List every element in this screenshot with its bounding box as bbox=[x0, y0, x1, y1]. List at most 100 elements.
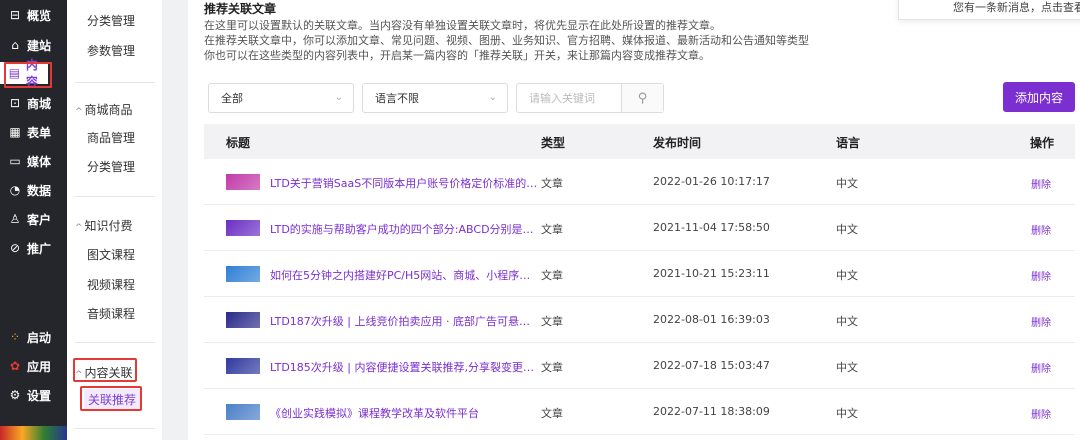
article-title-link[interactable]: LTD的实施与帮助客户成功的四个部分:ABCD分别是什... bbox=[270, 221, 538, 237]
article-thumbnail bbox=[226, 174, 260, 190]
main-nav: ⊟ 概览 ⌂ 建站 ▤ 内容 ⊡ 商城 ▦ 表单 ▭ 媒体 ◔ 数据 ♙ 客户 ⊘ 推广 ⁘ 启动 … bbox=[0, 0, 67, 440]
column-header-time[interactable]: 发布时间 bbox=[653, 134, 701, 151]
table-header: 标题 类型 发布时间 语言 操作 bbox=[204, 124, 1075, 159]
table-row[interactable]: 《创业实践模拟》课程教学改革及软件平台 文章 2022-07-11 18:38:… bbox=[204, 389, 1075, 435]
nav-item-launch[interactable]: ⁘ 启动 bbox=[0, 326, 67, 348]
link-icon: ⊘ bbox=[9, 241, 21, 255]
table-row[interactable]: 如何在5分钟之内搭建好PC/H5网站、商城、小程序、... 文章 2021-10… bbox=[204, 251, 1075, 297]
nav-item-customer[interactable]: ♙ 客户 bbox=[0, 208, 67, 230]
delete-link[interactable]: 删除 bbox=[1031, 176, 1051, 191]
home-icon: ⌂ bbox=[11, 38, 19, 52]
article-language: 中文 bbox=[836, 361, 858, 374]
nav-item-overview[interactable]: ⊟ 概览 bbox=[0, 4, 67, 26]
sub-group-mall[interactable]: ^ 商城商品 bbox=[75, 101, 133, 118]
cart-icon: ⊡ bbox=[9, 96, 21, 110]
article-time: 2022-08-01 16:39:03 bbox=[653, 313, 770, 326]
column-header-language[interactable]: 语言 bbox=[836, 134, 860, 151]
content-panel: 推荐关联文章 在这里可以设置默认的关联文章。当内容没有单独设置关联文章时，将优先… bbox=[188, 0, 1080, 440]
sub-group-knowledge[interactable]: ^ 知识付费 bbox=[75, 217, 133, 234]
apps-icon: ✿ bbox=[9, 359, 21, 373]
main-content: 推荐关联文章 在这里可以设置默认的关联文章。当内容没有单独设置关联文章时，将优先… bbox=[162, 0, 1080, 440]
language-select[interactable]: 语言不限 ⌄ bbox=[362, 83, 508, 113]
sub-link-goods[interactable]: 商品管理 bbox=[87, 129, 135, 146]
sub-link-audio-course[interactable]: 音频课程 bbox=[87, 305, 135, 322]
sub-divider bbox=[75, 82, 155, 83]
article-time: 2022-01-26 10:17:17 bbox=[653, 175, 770, 188]
document-icon: ▤ bbox=[8, 66, 21, 80]
delete-link[interactable]: 删除 bbox=[1031, 406, 1051, 421]
sub-divider bbox=[75, 428, 155, 429]
nav-item-media[interactable]: ▭ 媒体 bbox=[0, 150, 67, 172]
notification-toast[interactable]: 您有一条新消息，点击查看。 bbox=[898, 0, 1080, 20]
search-icon: ⚲ bbox=[637, 90, 648, 106]
description-line: 在这里可以设置默认的关联文章。当内容没有单独设置关联文章时，将优先显示在此处所设… bbox=[204, 19, 721, 32]
highlight-box bbox=[73, 358, 137, 382]
table-row[interactable]: LTD关于营销SaaS不同版本用户账号价格定价标准的公... 文章 2022-0… bbox=[204, 159, 1075, 205]
nav-item-data[interactable]: ◔ 数据 bbox=[0, 179, 67, 201]
delete-link[interactable]: 删除 bbox=[1031, 222, 1051, 237]
article-type: 文章 bbox=[541, 361, 563, 374]
delete-link[interactable]: 删除 bbox=[1031, 360, 1051, 375]
table-row[interactable]: LTD187次升级 | 上线竞价拍卖应用 · 底部广告可悬浮 · ... 文章 … bbox=[204, 297, 1075, 343]
add-content-button[interactable]: 添加内容 bbox=[1003, 82, 1075, 112]
article-time: 2022-07-11 18:38:09 bbox=[653, 405, 770, 418]
sub-divider bbox=[75, 342, 155, 343]
article-thumbnail bbox=[226, 220, 260, 236]
nav-item-site[interactable]: ⌂ 建站 bbox=[0, 34, 67, 56]
sub-divider bbox=[75, 196, 155, 197]
article-time: 2022-07-18 15:03:47 bbox=[653, 359, 770, 372]
article-thumbnail bbox=[226, 358, 260, 374]
app-root: ⊟ 概览 ⌂ 建站 ▤ 内容 ⊡ 商城 ▦ 表单 ▭ 媒体 ◔ 数据 ♙ 客户 ⊘ 推广 ⁘ 启动 … bbox=[0, 0, 1080, 440]
form-icon: ▦ bbox=[9, 125, 21, 139]
media-icon: ▭ bbox=[9, 154, 21, 168]
sub-link-video-course[interactable]: 视频课程 bbox=[87, 276, 135, 293]
sub-link-goods-category[interactable]: 分类管理 bbox=[87, 158, 135, 175]
column-header-type[interactable]: 类型 bbox=[541, 134, 565, 151]
sub-link-category[interactable]: 分类管理 bbox=[87, 12, 135, 29]
nav-item-promote[interactable]: ⊘ 推广 bbox=[0, 237, 67, 259]
article-type: 文章 bbox=[541, 315, 563, 328]
article-time: 2021-10-21 15:23:11 bbox=[653, 267, 770, 280]
type-select[interactable]: 全部 ⌄ bbox=[208, 83, 354, 113]
article-type: 文章 bbox=[541, 407, 563, 420]
description-line: 你也可以在这些类型的内容列表中，开启某一篇内容的「推荐关联」开关，来让那篇内容变… bbox=[204, 49, 710, 62]
search-input[interactable] bbox=[517, 84, 621, 112]
article-language: 中文 bbox=[836, 407, 858, 420]
chevron-up-icon: ^ bbox=[75, 107, 83, 117]
article-thumbnail bbox=[226, 266, 260, 282]
article-title-link[interactable]: LTD关于营销SaaS不同版本用户账号价格定价标准的公... bbox=[270, 175, 538, 191]
overview-icon: ⊟ bbox=[9, 8, 21, 22]
nav-item-apps[interactable]: ✿ 应用 bbox=[0, 355, 67, 377]
nav-item-form[interactable]: ▦ 表单 bbox=[0, 121, 67, 143]
launch-icon: ⁘ bbox=[9, 330, 21, 344]
article-title-link[interactable]: 《创业实践模拟》课程教学改革及软件平台 bbox=[270, 405, 538, 421]
chevron-up-icon: ^ bbox=[75, 223, 83, 233]
delete-link[interactable]: 删除 bbox=[1031, 268, 1051, 283]
article-language: 中文 bbox=[836, 269, 858, 282]
column-header-action: 操作 bbox=[1030, 136, 1055, 150]
table-row[interactable]: LTD185次升级 | 内容便捷设置关联推荐,分享裂变更容... 文章 2022… bbox=[204, 343, 1075, 389]
article-time: 2021-11-04 17:58:50 bbox=[653, 221, 770, 234]
sub-link-article-course[interactable]: 图文课程 bbox=[87, 246, 135, 263]
search-button[interactable]: ⚲ bbox=[621, 84, 663, 112]
delete-link[interactable]: 删除 bbox=[1031, 314, 1051, 329]
article-title-link[interactable]: 如何在5分钟之内搭建好PC/H5网站、商城、小程序、... bbox=[270, 267, 538, 283]
article-thumbnail bbox=[226, 404, 260, 420]
table-row[interactable]: LTD的实施与帮助客户成功的四个部分:ABCD分别是什... 文章 2021-1… bbox=[204, 205, 1075, 251]
article-thumbnail bbox=[226, 312, 260, 328]
article-type: 文章 bbox=[541, 269, 563, 282]
highlight-box bbox=[80, 386, 142, 411]
article-type: 文章 bbox=[541, 177, 563, 190]
nav-item-content[interactable]: ▤ 内容 bbox=[0, 58, 52, 89]
user-icon: ♙ bbox=[9, 212, 21, 226]
article-title-link[interactable]: LTD185次升级 | 内容便捷设置关联推荐,分享裂变更容... bbox=[270, 359, 538, 375]
search-box: ⚲ bbox=[516, 83, 664, 113]
sub-nav: 分类管理 参数管理 ^ 商城商品 商品管理 分类管理 ^ 知识付费 图文课程 视频课… bbox=[67, 0, 162, 440]
article-title-link[interactable]: LTD187次升级 | 上线竞价拍卖应用 · 底部广告可悬浮 · ... bbox=[270, 313, 538, 329]
article-language: 中文 bbox=[836, 177, 858, 190]
nav-item-mall[interactable]: ⊡ 商城 bbox=[0, 92, 67, 114]
nav-item-settings[interactable]: ⚙ 设置 bbox=[0, 384, 67, 406]
decorative-strip bbox=[0, 426, 67, 440]
sub-link-params[interactable]: 参数管理 bbox=[87, 42, 135, 59]
column-header-title[interactable]: 标题 bbox=[226, 134, 250, 151]
